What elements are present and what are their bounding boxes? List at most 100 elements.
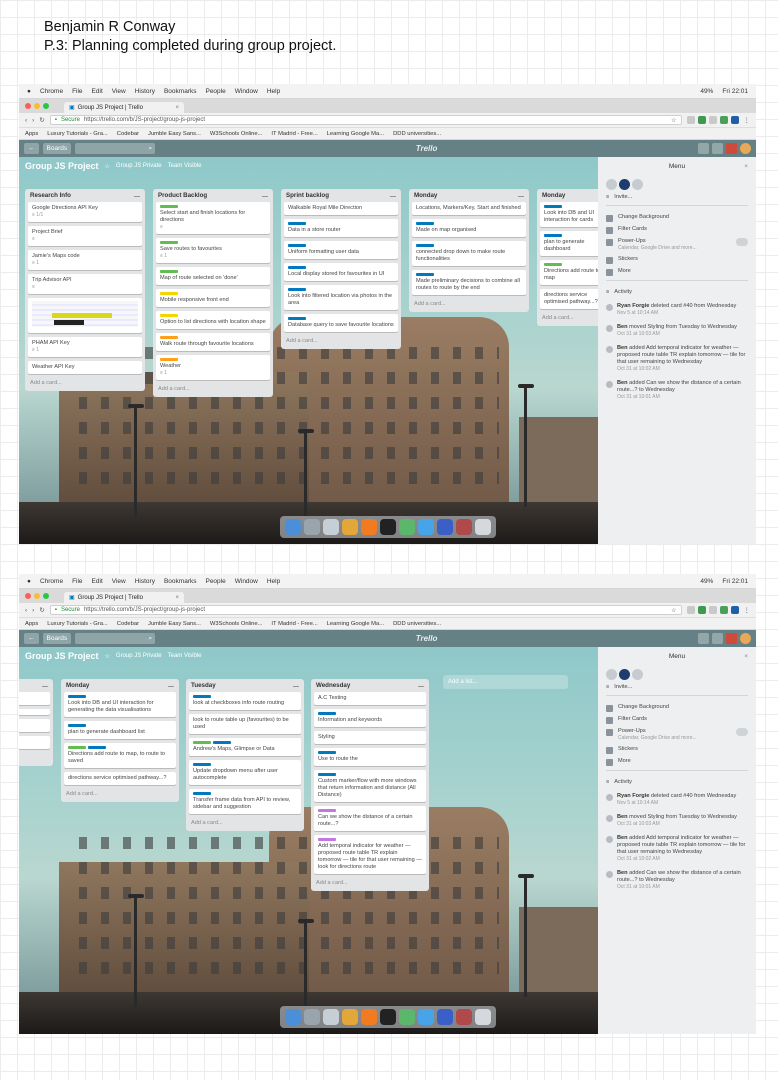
system-icon[interactable]: [436, 1009, 453, 1025]
apple-icon[interactable]: ●: [27, 578, 31, 585]
list-card[interactable]: Directions add route to map, to route to…: [64, 743, 176, 768]
home-button[interactable]: ←: [24, 143, 39, 154]
bookmark-star-icon[interactable]: ☆: [671, 607, 676, 614]
close-window-icon[interactable]: [25, 593, 31, 599]
list-card[interactable]: Custom marker/flow with more windows tha…: [314, 770, 426, 802]
chrome-menu-icon[interactable]: ⋮: [744, 606, 751, 614]
search-input[interactable]: ⌕: [75, 633, 156, 644]
notification-icon[interactable]: [726, 633, 737, 644]
extension-icon[interactable]: [686, 116, 695, 124]
extension-icon[interactable]: [697, 116, 706, 124]
list-card[interactable]: Map of route selected on 'done': [156, 267, 270, 285]
avatar[interactable]: [740, 633, 751, 644]
menu-item[interactable]: Change Background: [606, 704, 748, 712]
list-card[interactable]: s route: [19, 719, 50, 732]
terminal-icon[interactable]: [379, 1009, 396, 1025]
chrome-menu-icon[interactable]: ⋮: [744, 116, 751, 124]
menubar-item[interactable]: Help: [267, 88, 280, 95]
activity-user[interactable]: Ben: [617, 380, 628, 386]
bookmark-item[interactable]: Apps: [25, 131, 38, 137]
extension-icon[interactable]: [686, 606, 695, 614]
menubar-item[interactable]: History: [135, 578, 155, 585]
power-ups-toggle[interactable]: [736, 238, 748, 246]
extension-icon[interactable]: [708, 606, 717, 614]
bookmark-item[interactable]: Luxury Tutorials - Gra...: [47, 621, 108, 627]
chrome-icon[interactable]: [341, 1009, 358, 1025]
board-name[interactable]: Group JS Project: [25, 651, 99, 661]
sublime-icon[interactable]: [360, 519, 377, 535]
tab-close-icon[interactable]: ×: [175, 595, 179, 601]
add-card-link[interactable]: Add a card...: [284, 336, 398, 346]
list-card[interactable]: Project Brief ≡: [28, 226, 142, 246]
power-ups-toggle[interactable]: [736, 728, 748, 736]
extension-icon[interactable]: [730, 606, 739, 614]
add-card-link[interactable]: Add a card...: [412, 299, 526, 309]
menubar-item[interactable]: Window: [235, 578, 258, 585]
launchpad-icon[interactable]: [303, 519, 320, 535]
atom-icon[interactable]: [398, 519, 415, 535]
board-name[interactable]: Group JS Project: [25, 161, 99, 171]
bookmark-star-icon[interactable]: ☆: [671, 117, 676, 124]
minimize-window-icon[interactable]: [34, 593, 40, 599]
menubar-item[interactable]: File: [72, 578, 82, 585]
list-card[interactable]: Andrew's Maps, Glimpse or Data: [189, 738, 301, 756]
list-card[interactable]: Mobile responsive front end: [156, 289, 270, 307]
list-card[interactable]: Local display stored for favourites in U…: [284, 263, 398, 281]
member-avatar-dark[interactable]: [619, 179, 630, 190]
add-card-link[interactable]: Add a card...: [28, 378, 142, 388]
member-avatar-dark[interactable]: [619, 669, 630, 680]
list-card[interactable]: Made preliminary decisions to combine al…: [412, 270, 526, 295]
list-card[interactable]: directions service optimised pathway...?: [64, 772, 176, 785]
finder-icon[interactable]: [284, 1009, 301, 1025]
list-card[interactable]: combine e...: [19, 736, 50, 749]
chrome-icon[interactable]: [341, 519, 358, 535]
boards-button[interactable]: Boards: [42, 143, 72, 154]
list-card[interactable]: Look into filtered location via photos i…: [284, 285, 398, 310]
trash-icon[interactable]: [474, 519, 491, 535]
menubar-item[interactable]: People: [205, 88, 225, 95]
extension-icon[interactable]: [719, 116, 728, 124]
bookmark-item[interactable]: Learning Google Ma...: [327, 621, 384, 627]
list-card[interactable]: Data in a store router: [284, 219, 398, 237]
team-name[interactable]: Group JS Private: [116, 653, 162, 659]
add-icon[interactable]: [698, 633, 709, 644]
launchpad-icon[interactable]: [303, 1009, 320, 1025]
back-arrow-icon[interactable]: ‹: [25, 117, 27, 124]
bookmark-item[interactable]: Apps: [25, 621, 38, 627]
activity-user[interactable]: Ryan Forgie: [617, 793, 649, 799]
bookmark-item[interactable]: W3Schools Online...: [210, 131, 263, 137]
list-card[interactable]: Walk route through favourite locations: [156, 333, 270, 351]
list-card[interactable]: look at checkboxes info route routing: [189, 692, 301, 710]
bookmark-item[interactable]: Codebar: [117, 621, 139, 627]
atom-icon[interactable]: [398, 1009, 415, 1025]
add-icon[interactable]: [698, 143, 709, 154]
menu-item[interactable]: Filter Cards: [606, 226, 748, 234]
list-menu-icon[interactable]: …: [518, 192, 524, 202]
list-menu-icon[interactable]: …: [293, 682, 299, 692]
menubar-item[interactable]: People: [205, 578, 225, 585]
list-card[interactable]: Can we show the distance of a certain ro…: [314, 806, 426, 831]
menubar-item[interactable]: Window: [235, 88, 258, 95]
list-card[interactable]: A.C Testing: [314, 692, 426, 705]
terminal-icon[interactable]: [379, 519, 396, 535]
bookmark-item[interactable]: IT Madrid - Free...: [271, 621, 317, 627]
invite-link[interactable]: ≡ Invite...: [606, 684, 748, 691]
add-card-link[interactable]: Add a card...: [189, 818, 301, 828]
info-icon[interactable]: [712, 633, 723, 644]
extension-icon[interactable]: [697, 606, 706, 614]
list-card[interactable]: Walkable Royal Mile Direction: [284, 202, 398, 215]
list-card[interactable]: Option to list directions with location …: [156, 311, 270, 329]
list-menu-icon[interactable]: …: [262, 192, 268, 202]
search-input[interactable]: ⌕: [75, 143, 156, 154]
list-card[interactable]: Styling: [314, 731, 426, 744]
menubar-item[interactable]: View: [112, 578, 126, 585]
menu-item[interactable]: Power-Ups Calendar, Google Drive and more…: [606, 238, 748, 252]
add-card-link[interactable]: Add a card...: [19, 753, 50, 763]
safari-icon[interactable]: [322, 1009, 339, 1025]
avatar[interactable]: [740, 143, 751, 154]
system-icon[interactable]: [436, 519, 453, 535]
bookmark-item[interactable]: IT Madrid - Free...: [271, 131, 317, 137]
activity-user[interactable]: Ben: [617, 324, 628, 330]
list-card[interactable]: look to route table up (favourites) to b…: [189, 714, 301, 734]
menu-item[interactable]: Filter Cards: [606, 716, 748, 724]
